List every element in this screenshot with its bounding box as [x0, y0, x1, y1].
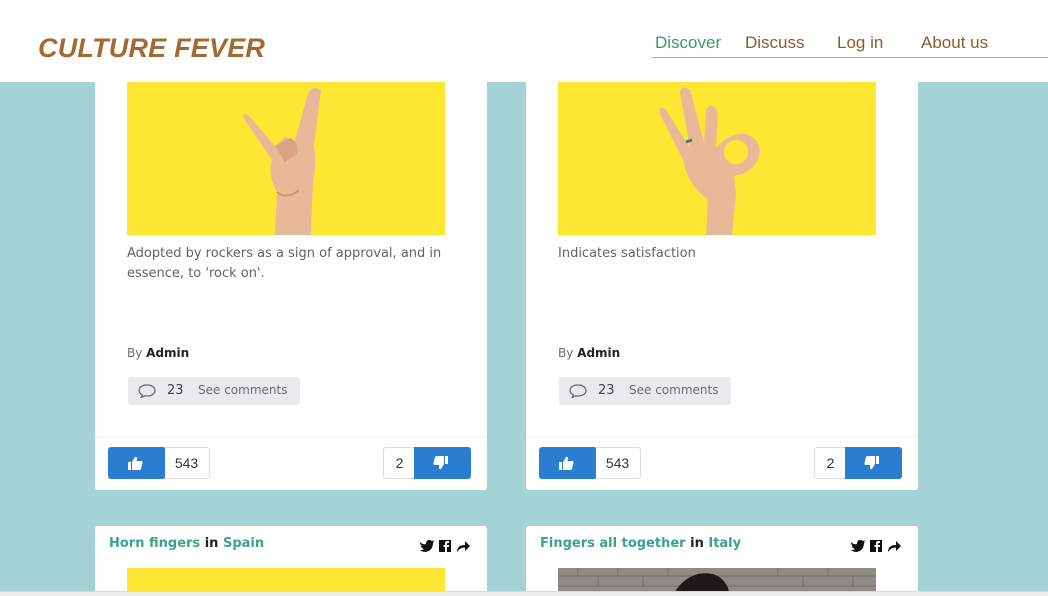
card-author: By Admin — [127, 346, 190, 360]
main-nav: Discover Discuss Log in About us — [652, 33, 1048, 58]
card-heading: Horn fingers in Spain — [109, 536, 265, 551]
share-icons — [850, 539, 902, 558]
gesture-card: Horn fingers in Spain — [95, 526, 487, 596]
gesture-card: Fingers all together in Italy — [526, 526, 918, 596]
see-comments-label: See comments — [198, 383, 288, 397]
share-arrow-icon[interactable] — [888, 541, 901, 552]
card-author: By Admin — [558, 346, 621, 360]
thumbs-up-icon — [128, 456, 143, 470]
dislike-count: 2 — [383, 447, 415, 479]
nav-login[interactable]: Log in — [837, 33, 883, 53]
nav-discover[interactable]: Discover — [655, 33, 721, 53]
nav-discuss[interactable]: Discuss — [745, 33, 805, 53]
gesture-link[interactable]: Horn fingers — [109, 536, 200, 551]
card-description: Indicates satisfaction — [558, 246, 696, 261]
comment-count: 23 — [167, 383, 184, 398]
card-heading: Fingers all together in Italy — [540, 536, 742, 551]
facebook-icon[interactable] — [439, 540, 451, 552]
like-button[interactable] — [108, 447, 165, 479]
speech-bubble-icon — [138, 384, 156, 398]
comment-count: 23 — [598, 383, 615, 398]
share-icons — [419, 539, 471, 558]
country-link[interactable]: Spain — [223, 536, 264, 551]
see-comments-button[interactable]: 23 See comments — [559, 377, 731, 405]
facebook-icon[interactable] — [870, 540, 882, 552]
like-button[interactable] — [539, 447, 596, 479]
card-description: Adopted by rockers as a sign of approval… — [127, 246, 442, 281]
vote-bar: 543 2 — [526, 436, 918, 490]
twitter-icon[interactable] — [851, 540, 865, 552]
share-arrow-icon[interactable] — [457, 541, 470, 552]
site-logo[interactable]: CULTURE FEVER — [38, 33, 265, 64]
like-count: 543 — [595, 447, 641, 479]
top-header: CULTURE FEVER Discover Discuss Log in Ab… — [0, 0, 1048, 82]
twitter-icon[interactable] — [420, 540, 434, 552]
thumbs-down-icon — [433, 456, 448, 470]
horn-fingers-hand-image[interactable] — [127, 82, 445, 235]
author-name[interactable]: Admin — [577, 346, 620, 360]
gesture-link[interactable]: Fingers all together — [540, 536, 686, 551]
dislike-button[interactable] — [414, 447, 471, 479]
bottom-edge — [0, 591, 1048, 596]
see-comments-label: See comments — [629, 383, 719, 397]
country-link[interactable]: Italy — [708, 536, 741, 551]
see-comments-button[interactable]: 23 See comments — [128, 377, 300, 405]
nav-about-us[interactable]: About us — [921, 33, 988, 53]
vote-bar: 543 2 — [95, 436, 487, 490]
author-name[interactable]: Admin — [146, 346, 189, 360]
thumbs-down-icon — [864, 456, 879, 470]
ok-sign-hand-image[interactable] — [558, 82, 876, 235]
thumbs-up-icon — [559, 456, 574, 470]
speech-bubble-icon — [569, 384, 587, 398]
dislike-button[interactable] — [845, 447, 902, 479]
like-count: 543 — [164, 447, 210, 479]
dislike-count: 2 — [814, 447, 846, 479]
